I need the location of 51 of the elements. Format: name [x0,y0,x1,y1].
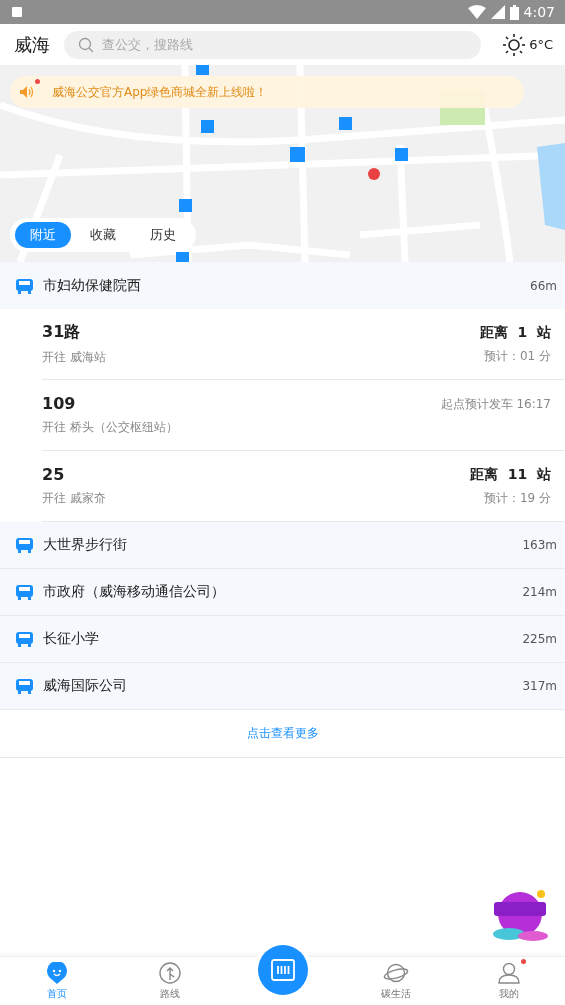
stops-away-text: 距离 1 站 [479,323,551,342]
scan-code-icon [270,959,295,981]
route-name: 31路 [42,322,82,343]
eta-text: 预计：19 分 [483,489,551,507]
stop-name: 威海国际公司 [43,677,128,695]
search-field[interactable]: 查公交，搜路线 [64,30,482,59]
signal-icon [490,5,505,19]
stop-distance: 317m [522,679,557,693]
stop-name: 市政府（威海移动通信公司） [43,583,226,601]
stop-distance: 66m [530,278,557,293]
route-name: 25 [42,465,66,484]
stop-name: 大世界步行街 [43,536,128,554]
home-face-icon [45,961,68,984]
departure-time-text: 起点预计发车 16:17 [440,395,551,413]
eta-text: 预计：01 分 [483,347,551,365]
route-icon [158,961,181,984]
route-destination: 开往 戚家夼 [42,490,106,507]
battery-icon [509,4,519,20]
tab[interactable]: 收藏 [75,222,131,248]
stop-distance: 214m [522,585,557,599]
wifi-icon [467,5,486,19]
route-name: 109 [42,394,77,413]
nav-tab[interactable]: 路线 [139,961,200,1001]
stops-away-text: 距离 11 站 [470,465,551,484]
tab[interactable]: 历史 [135,222,191,248]
nav-tab[interactable]: 碳生活 [365,961,426,1001]
city-selector[interactable]: 威海 [14,32,50,57]
bus-icon [16,678,33,694]
profile-icon [497,961,520,984]
route-row[interactable]: 109 开往 桥头（公交枢纽站） 起点预计发车 16:17 [42,380,565,451]
speaker-icon [20,85,34,99]
planet-icon [382,961,409,984]
bus-icon [16,277,33,294]
sun-icon [503,33,526,56]
route-destination: 开往 威海站 [42,349,106,366]
nav-tab[interactable]: 我的 [478,961,539,1001]
bus-icon [16,537,33,553]
bus-icon [16,584,33,600]
stop-name: 市妇幼保健院西 [43,276,142,295]
stop-name: 长征小学 [43,630,100,648]
route-destination: 开往 桥头（公交枢纽站） [42,419,178,436]
app-notification-icon [12,7,22,17]
bus-stop-row[interactable]: 市妇幼保健院西 66m [0,262,565,309]
stop-distance: 225m [522,632,557,646]
status-time: 4:07 [523,4,555,20]
route-row[interactable]: 31路 开往 威海站 距离 1 站 预计：01 分 [42,309,565,380]
temperature-text: 6°C [529,37,553,52]
scan-button[interactable] [257,945,308,995]
bus-icon [16,631,33,647]
stop-distance: 163m [522,538,557,552]
notice-text: 威海公交官方App绿色商城全新上线啦！ [52,83,268,101]
